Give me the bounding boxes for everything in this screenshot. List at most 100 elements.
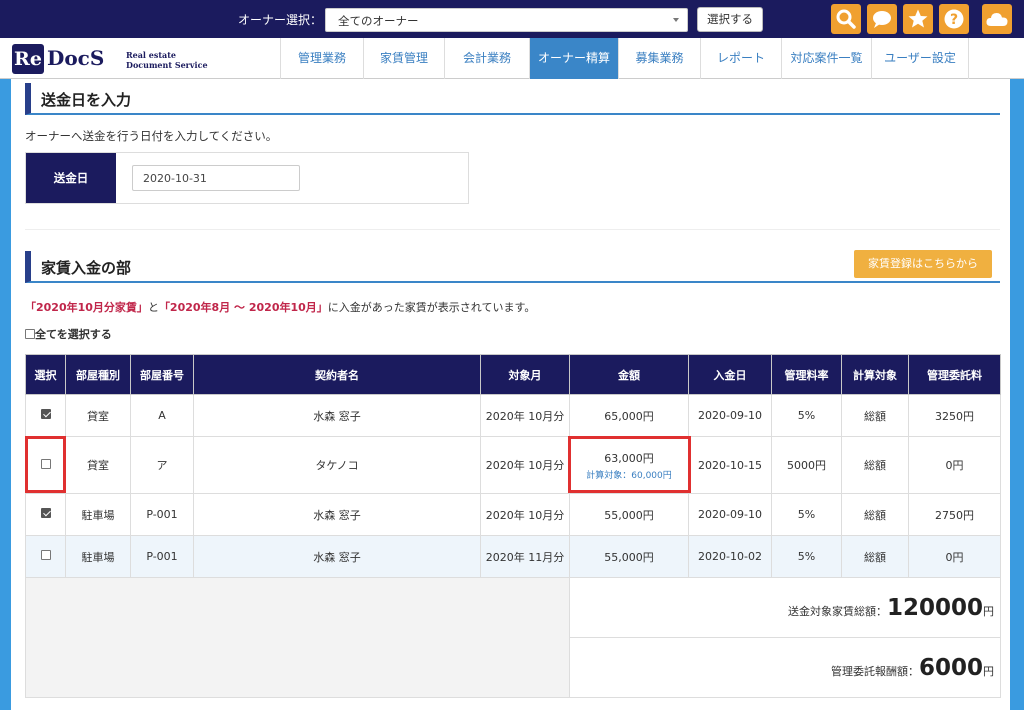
commission-cell: 0円 xyxy=(908,436,1001,494)
col-header-payment-date: 入金日 xyxy=(688,354,772,395)
target-month-cell: 2020年 11月分 xyxy=(480,535,570,578)
row-checkbox[interactable] xyxy=(40,508,51,518)
summary-empty-cell xyxy=(25,577,570,698)
nav-item-owner-settlement[interactable]: オーナー精算 xyxy=(529,38,618,79)
notice-target-month: 「2020年10月分家賃」 xyxy=(25,301,148,314)
room-number-cell: ア xyxy=(130,436,194,494)
top-bar: オーナー選択： 全てのオーナー 選択する ? xyxy=(0,0,1024,38)
contractor-cell: 水森 窓子 xyxy=(193,394,481,437)
col-header-target-month: 対象月 xyxy=(480,354,570,395)
notice-tail: に入金があった家賃が表示されています。 xyxy=(327,301,536,314)
contractor-cell: 水森 窓子 xyxy=(193,535,481,578)
total-rent-label: 送金対象家賃総額： xyxy=(787,604,887,618)
search-icon[interactable] xyxy=(831,4,861,34)
row-select-cell[interactable] xyxy=(25,493,66,536)
calc-target-cell: 総額 xyxy=(841,535,909,578)
cloud-icon[interactable] xyxy=(982,4,1012,34)
fee-rate-cell: 5% xyxy=(771,535,842,578)
col-header-commission: 管理委託料 xyxy=(908,354,1001,395)
calc-target-cell: 総額 xyxy=(841,394,909,437)
rent-register-button[interactable]: 家賃登録はこちらから xyxy=(854,250,992,278)
send-date-section-title: 送金日を入力 xyxy=(41,91,132,109)
nav-item-recruitment[interactable]: 募集業務 xyxy=(618,38,700,79)
nav-item-accounting[interactable]: 会計業務 xyxy=(444,38,529,79)
owner-select[interactable]: 全てのオーナー xyxy=(325,8,688,32)
commission-cell: 0円 xyxy=(908,535,1001,578)
owner-select-label: オーナー選択： xyxy=(238,13,323,27)
svg-text:?: ? xyxy=(950,12,958,28)
amount-cell: 55,000円 xyxy=(569,535,689,578)
room-number-cell: P-001 xyxy=(130,535,194,578)
rent-notice: 「2020年10月分家賃」と「2020年8月 ～ 2020年10月」に入金があっ… xyxy=(25,299,535,315)
caret-down-icon xyxy=(673,18,679,22)
total-fee-label: 管理委託報酬額： xyxy=(830,664,919,678)
select-owner-button[interactable]: 選択する xyxy=(697,7,763,32)
fee-rate-cell: 5% xyxy=(771,493,842,536)
table-row: 駐車場 P-001 水森 窓子 2020年 11月分 55,000円 2020-… xyxy=(25,535,1001,578)
notice-and: と xyxy=(147,301,159,314)
star-icon[interactable] xyxy=(903,4,933,34)
row-checkbox[interactable] xyxy=(40,550,51,560)
commission-cell: 3250円 xyxy=(908,394,1001,437)
table-row: 貸室 A 水森 窓子 2020年 10月分 65,000円 2020-09-10… xyxy=(25,394,1001,437)
room-number-cell: A xyxy=(130,394,194,437)
send-date-box: 送金日 2020-10-31 xyxy=(25,152,469,204)
calc-target-cell: 総額 xyxy=(841,436,909,494)
logo-docs: DocS xyxy=(47,46,105,70)
col-header-fee-rate: 管理料率 xyxy=(771,354,842,395)
nav-item-rent[interactable]: 家賃管理 xyxy=(363,38,444,79)
send-date-label: 送金日 xyxy=(26,153,116,203)
owner-select-value: 全てのオーナー xyxy=(338,14,419,28)
highlight-box-amount xyxy=(568,436,691,493)
chat-icon[interactable] xyxy=(867,4,897,34)
send-date-description: オーナーへ送金を行う日付を入力してください。 xyxy=(25,129,278,143)
total-fee-cell: 管理委託報酬額：6000円 xyxy=(569,637,1001,698)
logo-re: Re xyxy=(12,44,44,74)
col-header-select: 選択 xyxy=(25,354,66,395)
select-all-box[interactable] xyxy=(25,329,35,339)
send-date-input[interactable]: 2020-10-31 xyxy=(132,165,300,191)
nav-item-case-list[interactable]: 対応案件一覧 xyxy=(781,38,871,79)
select-all-label: 全てを選択する xyxy=(35,328,112,341)
row-select-cell[interactable] xyxy=(25,394,66,437)
table-row: 駐車場 P-001 水森 窓子 2020年 10月分 55,000円 2020-… xyxy=(25,493,1001,536)
payment-date-cell: 2020-10-15 xyxy=(688,436,772,494)
fee-rate-cell: 5000円 xyxy=(771,436,842,494)
room-type-cell: 駐車場 xyxy=(65,535,131,578)
rent-section-title: 家賃入金の部 xyxy=(41,259,132,277)
header: Re DocS Real estate Document Service 管理業… xyxy=(0,38,1024,79)
nav-item-user-settings[interactable]: ユーザー設定 xyxy=(871,38,969,79)
help-icon[interactable]: ? xyxy=(939,4,969,34)
send-date-section-header: 送金日を入力 xyxy=(25,83,1000,115)
select-all-checkbox[interactable]: 全てを選択する xyxy=(25,326,112,342)
total-rent-value: 120000 xyxy=(886,594,983,621)
col-header-room-type: 部屋種別 xyxy=(65,354,131,395)
contractor-cell: 水森 窓子 xyxy=(193,493,481,536)
nav-item-management[interactable]: 管理業務 xyxy=(280,38,363,79)
contractor-cell: タケノコ xyxy=(193,436,481,494)
rent-table: 選択 部屋種別 部屋番号 契約者名 対象月 金額 入金日 管理料率 計算対象 管… xyxy=(25,354,1001,698)
row-select-cell[interactable] xyxy=(25,535,66,578)
total-fee-value: 6000 xyxy=(918,654,983,681)
target-month-cell: 2020年 10月分 xyxy=(480,436,570,494)
room-type-cell: 貸室 xyxy=(65,394,131,437)
calc-target-cell: 総額 xyxy=(841,493,909,536)
logo-subtitle-line2: Document Service xyxy=(126,60,208,70)
col-header-room-number: 部屋番号 xyxy=(130,354,194,395)
payment-date-cell: 2020-09-10 xyxy=(688,493,772,536)
notice-period: 「2020年8月 ～ 2020年10月」 xyxy=(158,301,328,314)
section-divider xyxy=(25,229,1000,230)
payment-date-cell: 2020-10-02 xyxy=(688,535,772,578)
payment-date-cell: 2020-09-10 xyxy=(688,394,772,437)
col-header-calc-target: 計算対象 xyxy=(841,354,909,395)
logo-subtitle-line1: Real estate xyxy=(126,50,177,60)
summary-row-rent: 送金対象家賃総額：120000円 xyxy=(25,577,1001,698)
total-rent-unit: 円 xyxy=(983,604,994,618)
room-type-cell: 貸室 xyxy=(65,436,131,494)
target-month-cell: 2020年 10月分 xyxy=(480,394,570,437)
main-nav: 管理業務 家賃管理 会計業務 オーナー精算 募集業務 レポート 対応案件一覧 ユ… xyxy=(280,38,969,79)
nav-item-report[interactable]: レポート xyxy=(700,38,781,79)
table-header-row: 選択 部屋種別 部屋番号 契約者名 対象月 金額 入金日 管理料率 計算対象 管… xyxy=(25,354,1001,395)
total-rent-cell: 送金対象家賃総額：120000円 xyxy=(569,577,1001,638)
row-checkbox[interactable] xyxy=(40,409,51,419)
